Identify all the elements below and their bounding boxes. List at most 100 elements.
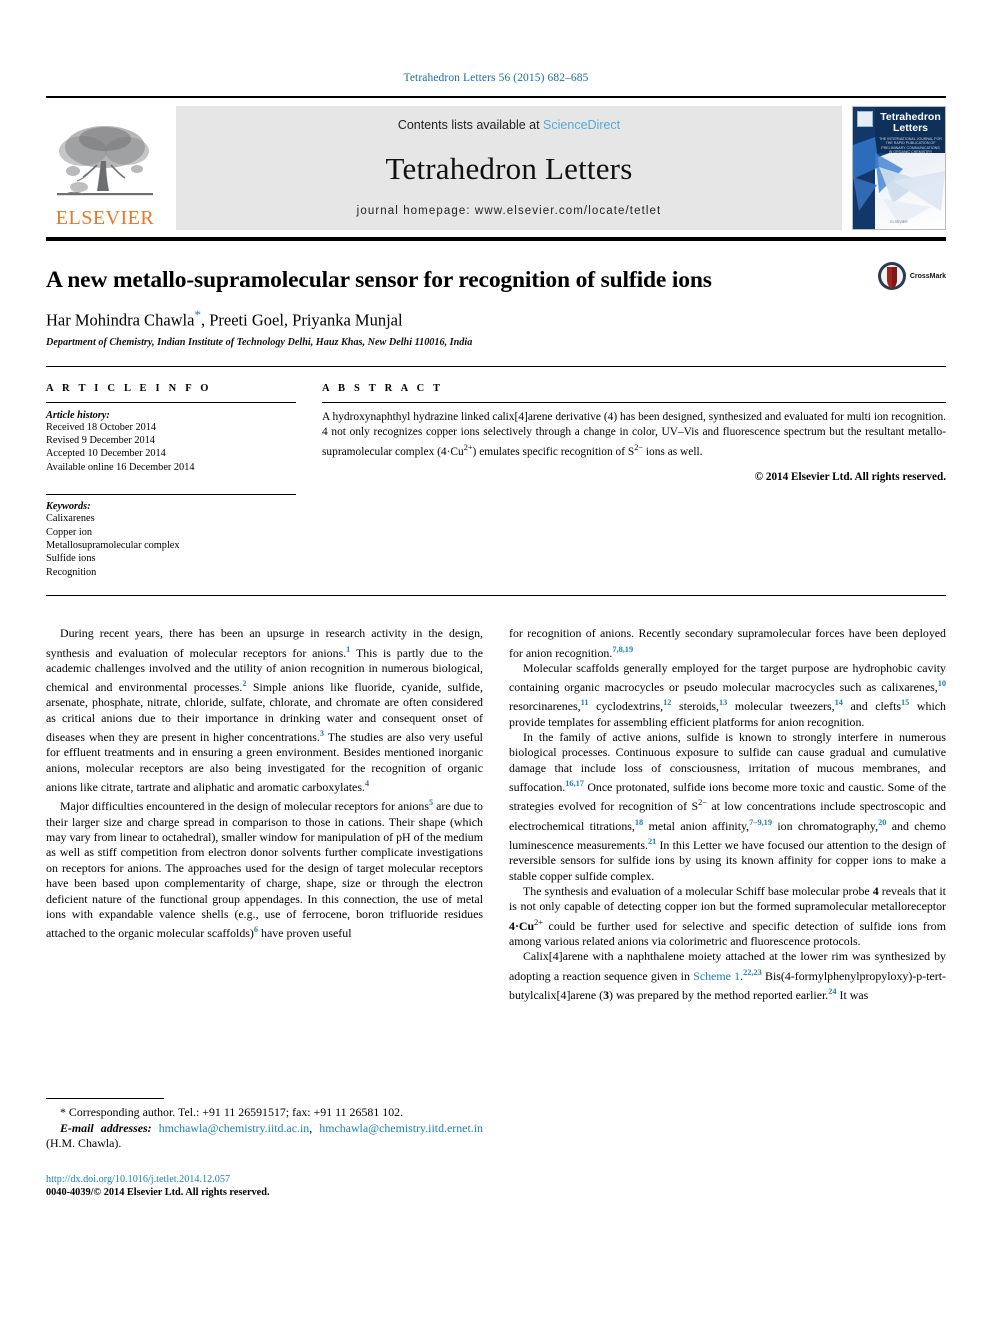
page-title: A new metallo-supramolecular sensor for … [46,267,712,293]
history-item: Revised 9 December 2014 [46,434,155,446]
keyword-item: Metallosupramolecular complex [46,539,180,551]
text-run: Molecular scaffolds generally employed f… [509,660,946,695]
abstract-heading: A B S T R A C T [322,382,444,394]
contents-prefix: Contents lists available at [397,118,544,132]
text-run: molecular tweezers, [727,699,835,714]
abstract-sup-cu: 2+ [463,442,473,452]
sulfide-superscript: 2− [698,798,707,808]
running-head: Tetrahedron Letters 56 (2015) 682–685 [403,72,589,84]
text-run: It was [836,988,869,1003]
compound-label: 4·Cu [509,918,535,933]
journal-banner: Contents lists available at ScienceDirec… [176,106,842,230]
text-run: and clefts [842,699,902,714]
abstract-column: A B S T R A C T A hydroxynaphthyl hydraz… [322,383,946,580]
abstract-part: ions as well. [643,445,703,458]
email-link-1[interactable]: hmchawla@chemistry.iitd.ac.in [159,1121,310,1135]
text-run: metal anion affinity, [643,818,750,833]
reference-marker[interactable]: 24 [828,987,836,996]
doi-block: http://dx.doi.org/10.1016/j.tetlet.2014.… [46,1173,483,1199]
issn-copyright: 0040-4039/© 2014 Elsevier Ltd. All right… [46,1187,270,1199]
text-run: resorcinarenes, [509,699,581,714]
article-info-heading: A R T I C L E I N F O [46,382,212,394]
paragraph: for recognition of anions. Recently seco… [509,626,946,661]
history-item: Available online 16 December 2014 [46,461,195,473]
affiliation: Department of Chemistry, Indian Institut… [46,336,473,348]
left-column: During recent years, there has been an u… [46,626,483,1198]
abstract-part: ) emulates specific recognition of S [472,445,635,458]
keyword-item: Sulfide ions [46,553,96,565]
article-history-label: Article history: [46,409,110,421]
right-column: for recognition of anions. Recently seco… [509,626,946,1003]
paragraph: In the family of active anions, sulfide … [509,730,946,884]
article-page: Tetrahedron Letters 56 (2015) 682–685 EL… [0,0,992,1323]
paragraph: Major difficulties encountered in the de… [46,795,483,941]
paragraph: The synthesis and evaluation of a molecu… [509,884,946,949]
reference-marker[interactable]: 21 [648,837,656,846]
masthead-bottom-rule [46,237,946,241]
author-list: Har Mohindra Chawla*, Preeti Goel, Priya… [46,307,946,331]
text-run: The synthesis and evaluation of a molecu… [523,884,873,899]
abstract-text: A hydroxynaphthyl hydrazine linked calix… [322,410,946,460]
text-run: cyclodextrins, [588,699,664,714]
paragraph: During recent years, there has been an u… [46,626,483,795]
reference-marker[interactable]: 4 [365,779,369,788]
scheme-link[interactable]: Scheme 1 [693,969,740,983]
text-run: ) was prepared by the method reported ea… [609,988,829,1003]
abstract-copyright: © 2014 Elsevier Ltd. All rights reserved… [754,470,946,483]
cover-footer: ELSEVIER [890,220,908,224]
reference-marker[interactable]: 10 [938,679,946,688]
copper-superscript: 2+ [534,917,543,927]
text-run: are due to their larger size and charge … [46,799,483,941]
body-columns: During recent years, there has been an u… [46,626,946,1198]
reference-marker[interactable]: 22,23 [743,968,762,977]
keyword-item: Calixarenes [46,513,95,525]
paragraph: Molecular scaffolds generally employed f… [509,661,946,730]
reference-marker[interactable]: 14 [835,698,843,707]
reference-marker[interactable]: 16,17 [565,779,584,788]
article-info-column: A R T I C L E I N F O Article history: R… [46,383,296,580]
reference-marker[interactable]: 7,8,19 [612,645,633,654]
crossmark-badge[interactable]: CrossMark [877,261,946,291]
text-run: have proven useful [258,926,352,941]
journal-title: Tetrahedron Letters [385,150,633,186]
journal-masthead: ELSEVIER Contents lists available at Sci… [46,96,946,230]
abstract-sup-s: 2− [634,442,644,452]
email-separator: , [309,1120,320,1135]
footnote-area: * Corresponding author. Tel.: +91 11 265… [46,1098,483,1199]
keywords-block: Keywords: Calixarenes Copper ion Metallo… [46,494,296,579]
history-item: Received 18 October 2014 [46,421,157,433]
crossmark-icon [877,262,906,290]
footnote-rule [46,1098,164,1100]
email-note: E-mail addresses: hmchawla@chemistry.iit… [46,1121,483,1152]
cover-title: Tetrahedron Letters [879,112,942,134]
keyword-item: Copper ion [46,526,93,538]
text-run: steroids, [671,699,719,714]
reference-marker[interactable]: 7–9,19 [749,818,772,827]
email-label: E-mail addresses: [60,1120,152,1135]
text-run: Major difficulties encountered in the de… [60,799,429,814]
title-block: CrossMark A new metallo-supramolecular s… [46,262,946,348]
keyword-item: Recognition [46,566,97,578]
keywords-label: Keywords: [46,501,91,513]
journal-cover-thumbnail[interactable]: Tetrahedron Letters THE INTERNATIONAL JO… [852,106,946,230]
info-abstract-section: A R T I C L E I N F O Article history: R… [46,365,946,597]
reference-marker[interactable]: 18 [635,818,643,827]
corresponding-author-note: * Corresponding author. Tel.: +91 11 265… [60,1105,404,1120]
cover-title-line2: Letters [892,122,928,134]
contents-line: Contents lists available at ScienceDirec… [398,118,620,132]
text-run: ion chromatography, [771,818,879,833]
history-item: Accepted 10 December 2014 [46,448,166,460]
doi-link[interactable]: http://dx.doi.org/10.1016/j.tetlet.2014.… [46,1173,483,1186]
journal-homepage[interactable]: journal homepage: www.elsevier.com/locat… [357,205,662,217]
text-run: for recognition of anions. Recently seco… [509,626,946,660]
paragraph: Calix[4]arene with a naphthalene moiety … [509,949,946,1003]
elsevier-logo: ELSEVIER [46,106,164,230]
author-first: Har Mohindra Chawla [46,310,195,330]
cover-subtitle: THE INTERNATIONAL JOURNAL FOR THE RAPID … [879,137,942,155]
email-link-2[interactable]: hmchawla@chemistry.iitd.ernet.in [319,1121,483,1135]
author-rest: , Preeti Goel, Priyanka Munjal [200,310,403,330]
sciencedirect-link[interactable]: ScienceDirect [543,118,620,132]
email-owner: (H.M. Chawla). [46,1135,122,1150]
elsevier-tree-icon [57,126,153,196]
elsevier-wordmark: ELSEVIER [55,207,155,229]
